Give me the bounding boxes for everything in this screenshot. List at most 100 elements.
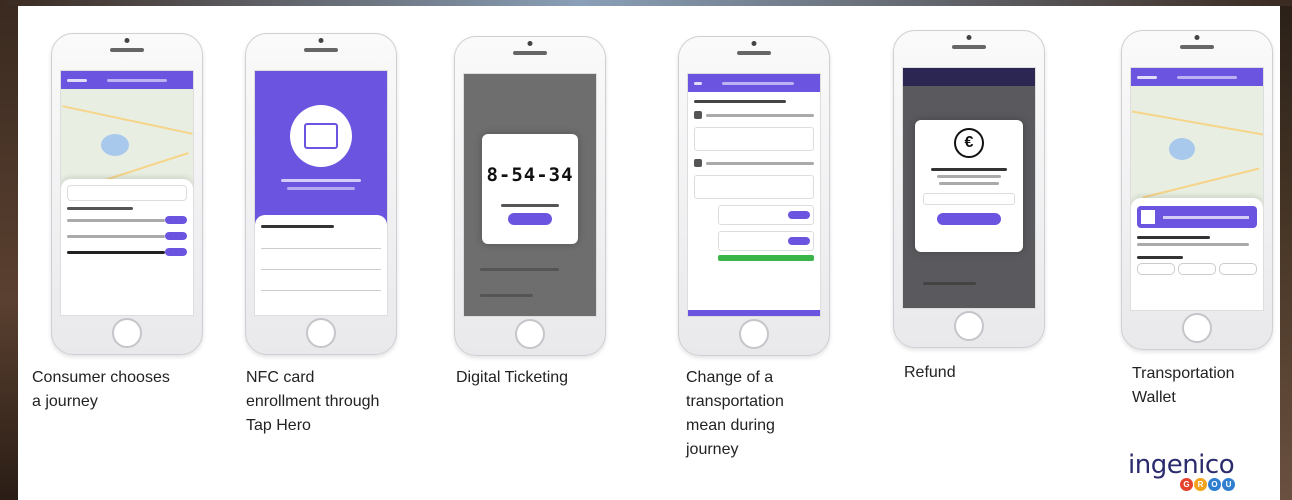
badge-dot: O: [1208, 478, 1221, 491]
app-header: [255, 71, 387, 89]
phone-transport-wallet: [1121, 30, 1273, 350]
phone-change-transport: [678, 36, 830, 356]
nfc-card-icon: [290, 105, 352, 167]
app-header: [903, 68, 1035, 86]
payment-method[interactable]: [1219, 263, 1257, 275]
speaker: [513, 51, 547, 55]
select-button[interactable]: [788, 237, 810, 245]
front-camera: [318, 38, 324, 43]
alternative-option[interactable]: [718, 231, 814, 251]
route-step-detail[interactable]: [694, 127, 814, 151]
ticket-qr-icon: [1141, 210, 1155, 224]
journey-option[interactable]: [67, 216, 187, 224]
route-title: [694, 100, 787, 103]
presentation-slide: Consumer chooses a journey NFC card enro…: [18, 6, 1280, 500]
route-screen: [687, 73, 821, 317]
refund-modal: €: [915, 120, 1023, 252]
ticket-info: [501, 204, 559, 207]
refund-text: [936, 175, 1002, 178]
close-button[interactable]: [508, 213, 552, 225]
alternative-option[interactable]: [718, 205, 814, 225]
journey-option[interactable]: [67, 232, 187, 240]
wallet-screen: [1130, 67, 1264, 311]
price-button[interactable]: [165, 248, 187, 256]
refund-title: [931, 168, 1007, 171]
card-holder-field[interactable]: [261, 259, 381, 270]
logo-badge: G R O U: [1180, 478, 1235, 491]
map-road: [62, 105, 193, 135]
background-row: [480, 294, 533, 297]
map-road: [1131, 110, 1263, 136]
section-title: [67, 207, 133, 210]
header-title: [107, 78, 167, 82]
caption-change-transport: Change of a transportation mean during j…: [686, 369, 784, 458]
ticket-card[interactable]: [1137, 206, 1257, 228]
refund-screen: €: [902, 67, 1036, 309]
price-button[interactable]: [165, 232, 187, 240]
phone-digital-ticketing: 8-54-34: [454, 36, 606, 356]
home-button[interactable]: [954, 311, 984, 341]
refund-button[interactable]: [937, 213, 1001, 225]
menu-icon[interactable]: [1137, 75, 1157, 79]
search-input[interactable]: [67, 185, 187, 201]
nfc-screen: [254, 70, 388, 316]
route-step-detail[interactable]: [694, 175, 814, 199]
front-camera: [1194, 35, 1200, 40]
confirm-bar[interactable]: [718, 255, 814, 261]
payment-card-select[interactable]: [923, 193, 1015, 205]
front-camera: [527, 41, 533, 46]
back-icon[interactable]: [694, 81, 702, 85]
home-button[interactable]: [1182, 313, 1212, 343]
badge-dot: U: [1222, 478, 1235, 491]
route-step: [694, 159, 814, 167]
ticket-modal: 8-54-34: [482, 134, 578, 244]
front-camera: [124, 38, 130, 43]
nfc-text: [287, 187, 355, 190]
payment-method[interactable]: [1137, 263, 1175, 275]
refund-text: [939, 182, 999, 185]
home-button[interactable]: [112, 318, 142, 348]
menu-icon[interactable]: [67, 78, 87, 82]
ticket-screen: 8-54-34: [463, 73, 597, 317]
background-row: [923, 282, 976, 285]
enrollment-form: [255, 215, 387, 315]
badge-dot: R: [1194, 478, 1207, 491]
ingenico-logo: ingenico G R O U: [1128, 450, 1258, 498]
payment-methods: [1137, 263, 1257, 275]
background-row: [480, 268, 560, 271]
expiry-field[interactable]: [261, 280, 381, 291]
header-title: [1177, 75, 1237, 79]
caption-wallet: Transportation Wallet: [1132, 365, 1235, 406]
front-camera: [751, 41, 757, 46]
route-step: [694, 111, 814, 119]
journey-screen: [60, 70, 194, 316]
speaker: [110, 48, 144, 52]
app-header: [61, 71, 193, 89]
ticket-code: 8-54-34: [486, 164, 574, 186]
card-number-field[interactable]: [261, 238, 381, 249]
phone-nfc-enrollment: [245, 33, 397, 355]
journey-option[interactable]: [67, 248, 187, 256]
caption-ticketing: Digital Ticketing: [456, 369, 569, 386]
caption-refund: Refund: [904, 364, 956, 381]
select-button[interactable]: [788, 211, 810, 219]
speaker: [1180, 45, 1214, 49]
caption-nfc: NFC card enrollment through Tap Hero: [246, 369, 380, 434]
phone-refund: €: [893, 30, 1045, 348]
logo-wordmark: ingenico: [1128, 450, 1235, 480]
bottom-bar: [688, 310, 820, 316]
train-icon: [694, 111, 702, 119]
map-road: [1142, 167, 1260, 199]
price-button[interactable]: [165, 216, 187, 224]
wallet-balance: [1137, 236, 1210, 239]
home-button[interactable]: [306, 318, 336, 348]
euro-icon: €: [954, 128, 984, 158]
bus-icon: [694, 159, 702, 167]
wallet-sheet: [1131, 198, 1263, 310]
map-lake: [101, 134, 129, 156]
home-button[interactable]: [739, 319, 769, 349]
payment-method[interactable]: [1178, 263, 1216, 275]
speaker: [737, 51, 771, 55]
form-title: [261, 225, 334, 228]
home-button[interactable]: [515, 319, 545, 349]
